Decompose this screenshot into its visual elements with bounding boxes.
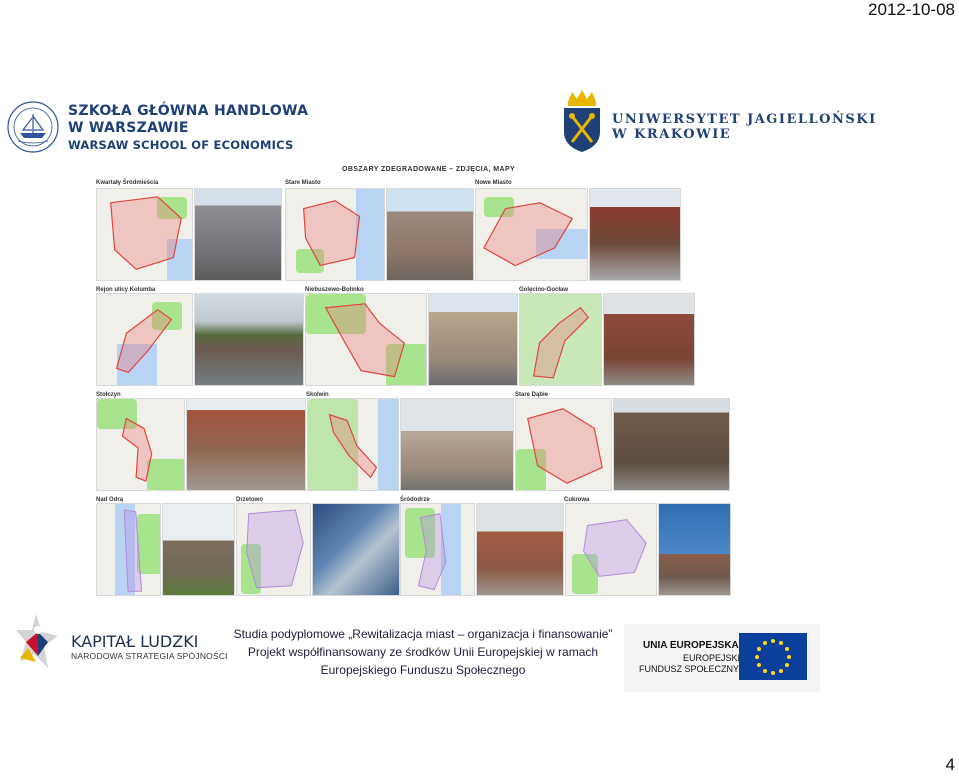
map-kolumba [96,293,193,386]
photo-skolwin [400,398,514,491]
area-label-stare-miasto: Stare Miasto [285,180,321,186]
photo-kwartaly [194,188,282,281]
eu-flag-icon [739,633,807,680]
eu-line3: FUNDUSZ SPOŁECZNY [639,664,740,674]
map-stare-miasto [285,188,385,281]
collage-title: OBSZARY ZDEGRADOWANE – ZDJĘCIA, MAPY [342,166,516,173]
photo-kolumba [194,293,304,386]
uj-crest-icon [564,90,600,152]
map-drzetowo [236,503,311,596]
map-stolczyn [96,398,185,491]
photo-nad-odra [162,503,235,596]
photo-nowe-miasto [589,188,681,281]
photo-golecino [603,293,695,386]
kapital-ludzki-star-icon [16,614,58,668]
uj-logo-text: UNIWERSYTET JAGIELLOŃSKI W KRAKOWIE [612,112,877,143]
sgh-logo-text: SZKOŁA GŁÓWNA HANDLOWA W WARSZAWIE WARSA… [68,103,308,153]
map-golecino [519,293,602,386]
photo-stare-dabie [613,398,730,491]
project-info-line1: Studia podyplomowe „Rewitalizacja miast … [233,627,613,641]
map-kwartaly [96,188,193,281]
eu-title: UNIA EUROPEJSKA [643,640,739,651]
uj-name-line2: W KRAKOWIE [612,127,732,142]
page-number: 4 [945,755,955,774]
photo-drzetowo [312,503,400,596]
photo-niebuszewo [428,293,518,386]
map-nad-odra [96,503,161,596]
sgh-name-line1: SZKOŁA GŁÓWNA HANDLOWA [68,103,309,119]
map-nowe-miasto [475,188,588,281]
photo-stare-miasto [386,188,474,281]
area-label-nowe-miasto: Nowe Miasto [475,180,512,186]
photo-cukrowa [658,503,731,596]
kapital-ludzki-subtitle: NARODOWA STRATEGIA SPÓJNOŚCI [71,651,228,661]
project-info-line2: Projekt współfinansowany ze środków Unii… [247,645,599,659]
kapital-ludzki-title: KAPITAŁ LUDZKI [71,632,199,651]
photo-stolczyn [186,398,306,491]
photo-srodrodrze [476,503,564,596]
map-stare-dabie [515,398,612,491]
uj-name-line1: UNIWERSYTET JAGIELLOŃSKI [612,112,877,127]
map-cukrowa [565,503,657,596]
area-label-kwartaly: Kwartały Śródmieścia [96,180,159,186]
sgh-seal-icon [7,101,59,153]
project-info: Studia podyplomowe „Rewitalizacja miast … [222,625,624,679]
eu-line2: EUROPEJSKI [683,653,741,663]
map-srodrodrze [400,503,475,596]
project-info-line3: Europejskiego Funduszu Społecznego [320,663,526,677]
sgh-name-line3: WARSAW SCHOOL OF ECONOMICS [68,138,294,152]
slide-date: 2012-10-08 [868,0,955,19]
sgh-name-line2: W WARSZAWIE [68,120,189,136]
map-niebuszewo [305,293,427,386]
map-skolwin [307,398,399,491]
